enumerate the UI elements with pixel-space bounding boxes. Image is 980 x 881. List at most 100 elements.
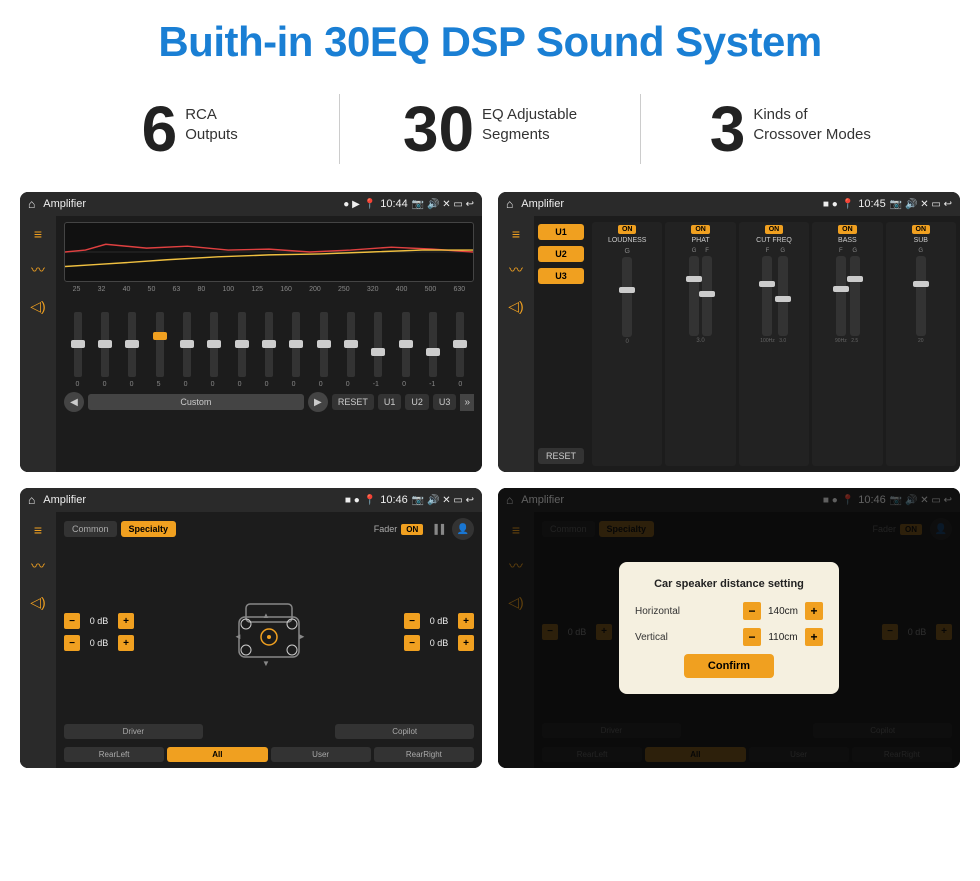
driver-btn[interactable]: Driver — [64, 724, 203, 739]
speaker-icon-1[interactable]: ◁) — [30, 298, 45, 315]
eq-icon-3[interactable]: ≡ — [34, 522, 42, 538]
eq-expand-button[interactable]: » — [460, 394, 474, 411]
sub-on: ON — [912, 225, 931, 234]
eq-graph — [64, 222, 474, 282]
minus-rr[interactable]: − — [404, 635, 420, 651]
rearright-btn[interactable]: RearRight — [374, 747, 474, 762]
eq-prev-button[interactable]: ◀ — [64, 392, 84, 412]
u2-btn[interactable]: U2 — [538, 246, 584, 262]
vertical-plus-button[interactable]: + — [805, 628, 823, 646]
dialog-box: Car speaker distance setting Horizontal … — [619, 562, 839, 694]
eq-slider-1[interactable] — [101, 312, 109, 377]
plus-rl[interactable]: + — [118, 635, 134, 651]
eq-slider-12[interactable] — [402, 312, 410, 377]
vol-fr-value: 0 dB — [424, 616, 454, 626]
svg-text:◄: ◄ — [234, 632, 242, 641]
eq-icon-1[interactable]: ≡ — [34, 226, 42, 242]
all-btn[interactable]: All — [167, 747, 267, 762]
vertical-minus-button[interactable]: − — [743, 628, 761, 646]
horizontal-minus-button[interactable]: − — [743, 602, 761, 620]
wave-icon-2[interactable]: 〰 — [509, 260, 523, 280]
horizontal-plus-button[interactable]: + — [805, 602, 823, 620]
status-bar-3: ⌂ Amplifier ■ ● 📍 10:46 📷 🔊 ✕ ▭ ↩ — [20, 488, 482, 512]
eq-content: 2532405063 80100125160200 25032040050063… — [56, 216, 482, 472]
minus-fr[interactable]: − — [404, 613, 420, 629]
screen-amp: ⌂ Amplifier ■ ● 📍 10:45 📷 🔊 ✕ ▭ ↩ ≡ 〰 ◁)… — [498, 192, 960, 472]
location-icon-3: 📍 — [364, 495, 376, 506]
bass-label: BASS — [838, 237, 857, 244]
stat-rca-number: 6 — [142, 97, 178, 161]
screen3-title: Amplifier — [43, 494, 341, 506]
eq-next-button[interactable]: ▶ — [308, 392, 328, 412]
stat-eq-number: 30 — [403, 97, 474, 161]
home-icon-2[interactable]: ⌂ — [506, 197, 513, 211]
speaker-icon-3[interactable]: ◁) — [30, 594, 45, 611]
wave-icon-3[interactable]: 〰 — [31, 556, 45, 576]
speaker-icon-2[interactable]: ◁) — [508, 298, 523, 315]
eq-slider-7[interactable] — [265, 312, 273, 377]
eq-freq-labels: 2532405063 80100125160200 25032040050063… — [64, 286, 474, 293]
tab-specialty-3[interactable]: Specialty — [121, 521, 177, 537]
location-icon-1: 📍 — [364, 199, 376, 210]
plus-fl[interactable]: + — [118, 613, 134, 629]
stat-divider-1 — [339, 94, 340, 164]
eq-u1-button[interactable]: U1 — [378, 394, 402, 410]
dialog-row-vertical: Vertical − 110cm + — [635, 628, 823, 646]
eq-slider-5[interactable] — [210, 312, 218, 377]
tab-common-3[interactable]: Common — [64, 521, 117, 537]
svg-text:▼: ▼ — [262, 659, 270, 668]
side-icons-2: ≡ 〰 ◁) — [498, 216, 534, 472]
eq-slider-9[interactable] — [320, 312, 328, 377]
stat-eq: 30 EQ Adjustable Segments — [360, 97, 619, 161]
dialog-horizontal-control: − 140cm + — [743, 602, 823, 620]
status-icons-2: 📷 🔊 ✕ ▭ ↩ — [890, 199, 952, 210]
screen-eq: ⌂ Amplifier ● ▶ 📍 10:44 📷 🔊 ✕ ▭ ↩ ≡ 〰 ◁) — [20, 192, 482, 472]
home-icon-3[interactable]: ⌂ — [28, 493, 35, 507]
stat-crossover-number: 3 — [710, 97, 746, 161]
plus-rr[interactable]: + — [458, 635, 474, 651]
eq-slider-8[interactable] — [292, 312, 300, 377]
side-icons-3: ≡ 〰 ◁) — [20, 512, 56, 768]
stat-eq-text: EQ Adjustable Segments — [482, 97, 577, 144]
eq-slider-3[interactable] — [156, 312, 164, 377]
plus-fr[interactable]: + — [458, 613, 474, 629]
eq-slider-10[interactable] — [347, 312, 355, 377]
vol-rl-value: 0 dB — [84, 638, 114, 648]
eq-icon-2[interactable]: ≡ — [512, 226, 520, 242]
u3-btn[interactable]: U3 — [538, 268, 584, 284]
screen2-time: 10:45 — [858, 198, 886, 210]
screens-grid: ⌂ Amplifier ● ▶ 📍 10:44 📷 🔊 ✕ ▭ ↩ ≡ 〰 ◁) — [0, 182, 980, 788]
status-icons-3: 📷 🔊 ✕ ▭ ↩ — [412, 495, 474, 506]
minus-rl[interactable]: − — [64, 635, 80, 651]
eq-slider-0[interactable] — [74, 312, 82, 377]
eq-slider-4[interactable] — [183, 312, 191, 377]
rearleft-btn[interactable]: RearLeft — [64, 747, 164, 762]
fader-on-3: ON — [401, 524, 423, 535]
screen2-title: Amplifier — [521, 198, 819, 210]
eq-reset-button[interactable]: RESET — [332, 394, 374, 410]
amp-preset-col: U1 U2 U3 RESET — [534, 216, 588, 472]
home-icon-1[interactable]: ⌂ — [28, 197, 35, 211]
screen3-body: ≡ 〰 ◁) Common Specialty Fader ON ▐▐ 👤 — [20, 512, 482, 768]
page-title: Buith-in 30EQ DSP Sound System — [20, 18, 960, 66]
u1-btn[interactable]: U1 — [538, 224, 584, 240]
eq-slider-6[interactable] — [238, 312, 246, 377]
eq-u3-button[interactable]: U3 — [433, 394, 457, 410]
horizontal-value: 140cm — [765, 606, 801, 617]
eq-slider-2[interactable] — [128, 312, 136, 377]
wave-icon-1[interactable]: 〰 — [31, 260, 45, 280]
user-btn[interactable]: User — [271, 747, 371, 762]
eq-slider-11[interactable] — [374, 312, 382, 377]
amp-reset-btn[interactable]: RESET — [538, 448, 584, 464]
confirm-button[interactable]: Confirm — [684, 654, 774, 678]
eq-slider-14[interactable] — [456, 312, 464, 377]
eq-slider-13[interactable] — [429, 312, 437, 377]
minus-fl[interactable]: − — [64, 613, 80, 629]
stat-rca: 6 RCA Outputs — [60, 97, 319, 161]
status-icons-1: 📷 🔊 ✕ ▭ ↩ — [412, 199, 474, 210]
status-bar-2: ⌂ Amplifier ■ ● 📍 10:45 📷 🔊 ✕ ▭ ↩ — [498, 192, 960, 216]
eq-u2-button[interactable]: U2 — [405, 394, 429, 410]
bottom-row-2: RearLeft All User RearRight — [64, 747, 474, 762]
copilot-btn[interactable]: Copilot — [335, 724, 474, 739]
eq-preset-label: Custom — [88, 394, 304, 410]
